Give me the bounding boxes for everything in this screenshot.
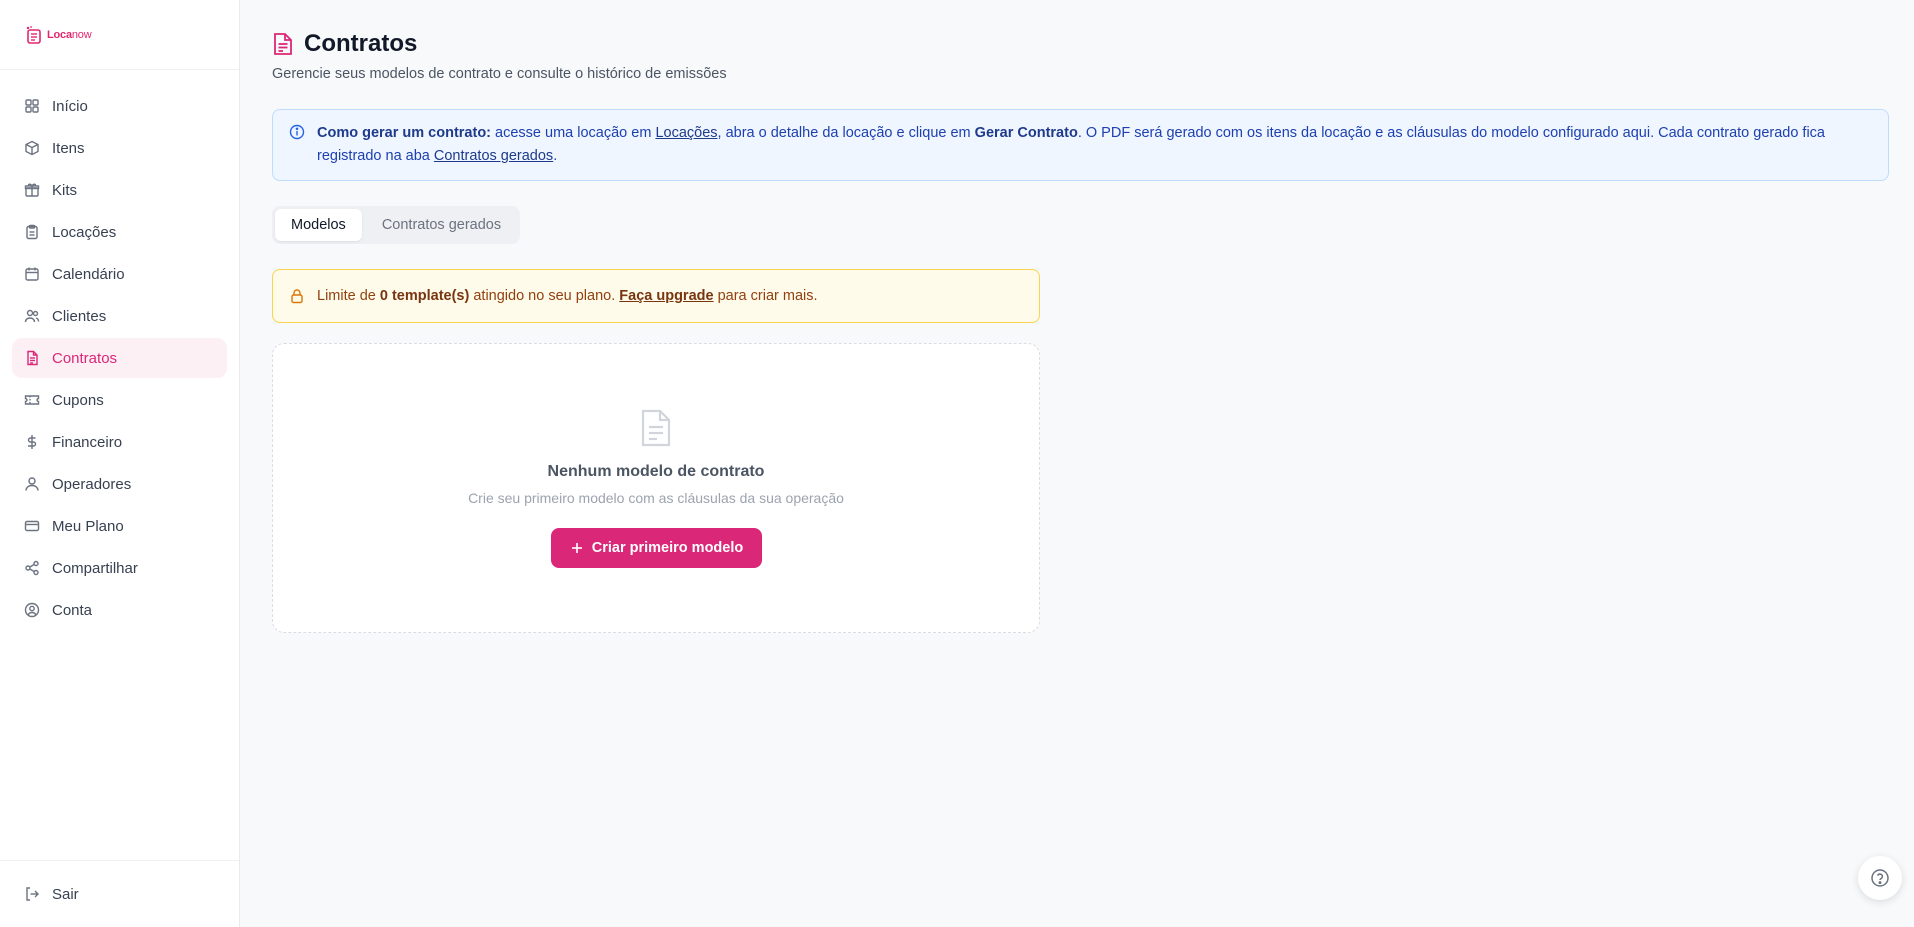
info-text-2: , abra o detalhe da locação e clique em [717, 125, 975, 141]
tab-contratos-gerados[interactable]: Contratos gerados [366, 209, 517, 241]
info-alert: Como gerar um contrato: acesse uma locaç… [272, 109, 1889, 181]
sidebar-item-label: Locações [52, 223, 117, 241]
limit-warning: Limite de 0 template(s) atingido no seu … [272, 269, 1040, 323]
page-header: Contratos [272, 30, 417, 58]
sidebar-item-itens[interactable]: Itens [12, 128, 227, 168]
sidebar-item-label: Clientes [52, 307, 107, 325]
info-icon [289, 124, 305, 148]
clipboard-icon [24, 224, 40, 240]
sidebar-item-calendario[interactable]: Calendário [12, 254, 227, 294]
sidebar-item-label: Meu Plano [52, 517, 124, 535]
sidebar-item-locacoes[interactable]: Locações [12, 212, 227, 252]
logout-label: Sair [52, 885, 79, 903]
sidebar-item-label: Calendário [52, 265, 125, 283]
warning-text-2: atingido no seu plano. [469, 288, 620, 304]
brand-name: Locanow [47, 28, 92, 41]
upgrade-link[interactable]: Faça upgrade [619, 288, 713, 304]
credit-card-icon [24, 518, 40, 534]
sidebar-item-label: Financeiro [52, 433, 123, 451]
warning-bold: 0 template(s) [379, 288, 470, 304]
users-icon [24, 308, 40, 324]
sidebar-item-compartilhar[interactable]: Compartilhar [12, 548, 227, 588]
sidebar-item-kits[interactable]: Kits [12, 170, 227, 210]
sidebar-footer: Sair [0, 860, 239, 927]
sidebar-item-label: Início [52, 97, 88, 115]
info-text-4: . [553, 148, 558, 164]
user-icon [24, 476, 40, 492]
page-title: Contratos [304, 30, 418, 57]
sidebar-item-conta[interactable]: Conta [12, 590, 227, 630]
sidebar-item-label: Contratos [52, 349, 118, 367]
info-bold-gerar-contrato: Gerar Contrato [974, 125, 1078, 141]
link-locacoes[interactable]: Locações [655, 125, 717, 141]
info-bold-lead: Como gerar um contrato: [317, 125, 492, 141]
empty-state-subtitle: Crie seu primeiro modelo com as cláusula… [468, 490, 844, 506]
sidebar-item-inicio[interactable]: Início [12, 86, 227, 126]
sidebar-item-label: Kits [52, 181, 78, 199]
brand-logo-icon [26, 25, 41, 44]
sidebar-item-label: Operadores [52, 475, 132, 493]
gift-icon [24, 182, 40, 198]
sidebar-item-cupons[interactable]: Cupons [12, 380, 227, 420]
sidebar-item-financeiro[interactable]: Financeiro [12, 422, 227, 462]
share-icon [24, 560, 40, 576]
warning-text-1: Limite de [317, 288, 380, 304]
dollar-icon [24, 434, 40, 450]
info-text-1: acesse uma locação em [491, 125, 656, 141]
link-contratos-gerados[interactable]: Contratos gerados [434, 148, 553, 164]
sidebar-item-label: Itens [52, 139, 85, 157]
sidebar-item-meu-plano[interactable]: Meu Plano [12, 506, 227, 546]
ticket-icon [24, 392, 40, 408]
user-circle-icon [24, 602, 40, 618]
file-text-icon [24, 350, 40, 366]
plus-icon [570, 541, 584, 555]
empty-state: Nenhum modelo de contrato Crie seu prime… [272, 343, 1040, 633]
help-icon [1870, 868, 1890, 888]
calendar-icon [24, 266, 40, 282]
sidebar-item-contratos[interactable]: Contratos [12, 338, 227, 378]
logout-button[interactable]: Sair [12, 874, 227, 914]
document-icon [639, 409, 673, 452]
sidebar: Locanow Início Itens Kits Locações Calen… [0, 0, 240, 927]
create-first-model-button[interactable]: Criar primeiro modelo [551, 528, 762, 568]
sidebar-item-label: Conta [52, 601, 93, 619]
sidebar-item-clientes[interactable]: Clientes [12, 296, 227, 336]
logout-icon [24, 886, 40, 902]
dashboard-icon [24, 98, 40, 114]
sidebar-item-label: Cupons [52, 391, 104, 409]
box-icon [24, 140, 40, 156]
brand-logo[interactable]: Locanow [24, 25, 92, 45]
create-first-model-label: Criar primeiro modelo [591, 540, 744, 556]
help-button[interactable] [1858, 856, 1902, 900]
warning-text: Limite de 0 template(s) atingido no seu … [317, 288, 818, 304]
empty-state-title: Nenhum modelo de contrato [547, 463, 765, 480]
lock-icon [289, 288, 305, 308]
page-subtitle: Gerencie seus modelos de contrato e cons… [272, 66, 727, 82]
sidebar-item-label: Compartilhar [52, 559, 138, 577]
file-text-icon [272, 32, 294, 56]
sidebar-nav: Início Itens Kits Locações Calendário Cl… [0, 70, 239, 630]
info-text: Como gerar um contrato: acesse uma locaç… [317, 125, 1825, 164]
sidebar-item-operadores[interactable]: Operadores [12, 464, 227, 504]
brand: Locanow [0, 0, 239, 70]
tabs: Modelos Contratos gerados [272, 206, 521, 244]
warning-text-3: para criar mais. [713, 288, 818, 304]
tab-modelos[interactable]: Modelos [275, 209, 362, 241]
